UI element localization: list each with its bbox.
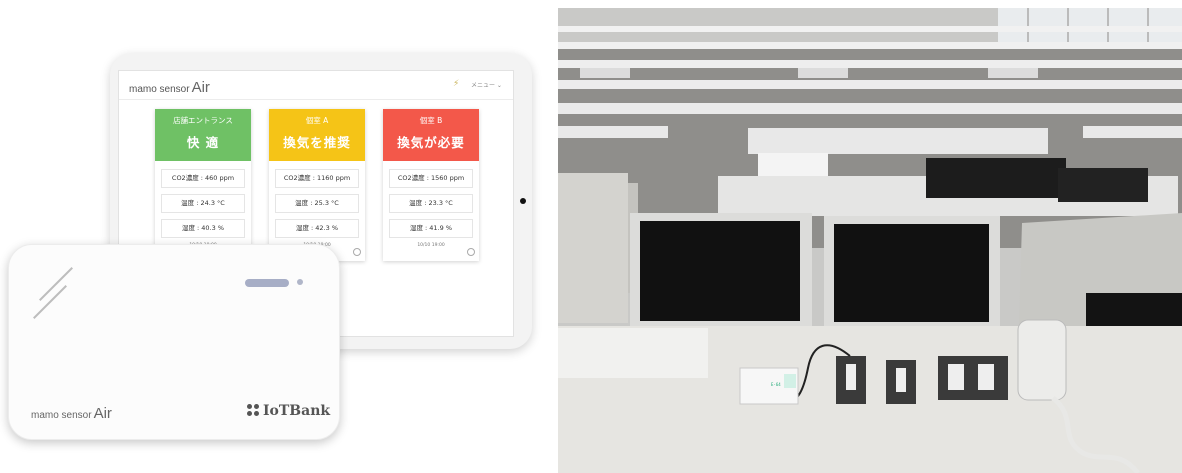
air-status: 換気が必要 xyxy=(397,135,465,150)
tablet-camera xyxy=(520,198,526,204)
device-logo-air: Air xyxy=(93,405,112,422)
settings-icon[interactable] xyxy=(353,248,361,256)
indicator-dot xyxy=(297,279,303,285)
brand-dots-icon xyxy=(247,404,259,416)
app-logo-prefix: mamo sensor xyxy=(129,84,190,95)
sensor-screen-label: E-64 xyxy=(771,382,781,387)
product-illustration: mamo sensor Air ⚡ メニュー ⌄ 店舗エントランス 快 適 CO2… xyxy=(0,0,548,473)
sensor-device: mamo sensor Air IoTBank xyxy=(8,244,340,440)
humidity-reading: 湿度 : 42.3 % xyxy=(275,219,359,238)
room-card-entrance[interactable]: 店舗エントランス 快 適 CO2濃度 : 460 ppm 温度 : 24.3 °… xyxy=(155,109,251,261)
brand-logo: IoTBank xyxy=(247,403,330,419)
device-logo-prefix: mamo sensor xyxy=(31,410,92,421)
settings-icon[interactable] xyxy=(467,248,475,256)
room-name: 個室 A xyxy=(305,116,329,125)
app-header: mamo sensor Air ⚡ メニュー ⌄ xyxy=(119,71,513,100)
air-status: 快 適 xyxy=(186,135,220,150)
classroom-photo: E-64 xyxy=(558,8,1182,473)
indicator-bar xyxy=(245,279,289,287)
air-status: 換気を推奨 xyxy=(283,135,351,150)
temperature-reading: 温度 : 25.3 °C xyxy=(275,194,359,213)
brand-name: IoTBank xyxy=(263,403,331,419)
room-card-a[interactable]: 個室 A 換気を推奨 CO2濃度 : 1160 ppm 温度 : 25.3 °C… xyxy=(269,109,365,261)
card-header: 個室 A 換気を推奨 xyxy=(269,109,365,161)
temperature-reading: 温度 : 24.3 °C xyxy=(161,194,245,213)
humidity-reading: 湿度 : 40.3 % xyxy=(161,219,245,238)
menu-button[interactable]: メニュー ⌄ xyxy=(471,80,502,89)
co2-reading: CO2濃度 : 1160 ppm xyxy=(275,169,359,188)
co2-reading: CO2濃度 : 1560 ppm xyxy=(389,169,473,188)
co2-reading: CO2濃度 : 460 ppm xyxy=(161,169,245,188)
notification-icon[interactable]: ⚡ xyxy=(453,79,459,89)
room-name: 店舗エントランス xyxy=(173,116,233,125)
temperature-reading: 温度 : 23.3 °C xyxy=(389,194,473,213)
timestamp: 10/10 19:00 xyxy=(417,243,445,248)
humidity-reading: 湿度 : 41.9 % xyxy=(389,219,473,238)
app-logo: mamo sensor Air xyxy=(129,79,210,96)
app-logo-air: Air xyxy=(191,79,210,96)
room-card-b[interactable]: 個室 B 換気が必要 CO2濃度 : 1560 ppm 温度 : 23.3 °C… xyxy=(383,109,479,261)
room-name: 個室 B xyxy=(419,116,443,125)
card-header: 個室 B 換気が必要 xyxy=(383,109,479,161)
device-logo: mamo sensor Air xyxy=(31,405,112,422)
card-header: 店舗エントランス 快 適 xyxy=(155,109,251,161)
